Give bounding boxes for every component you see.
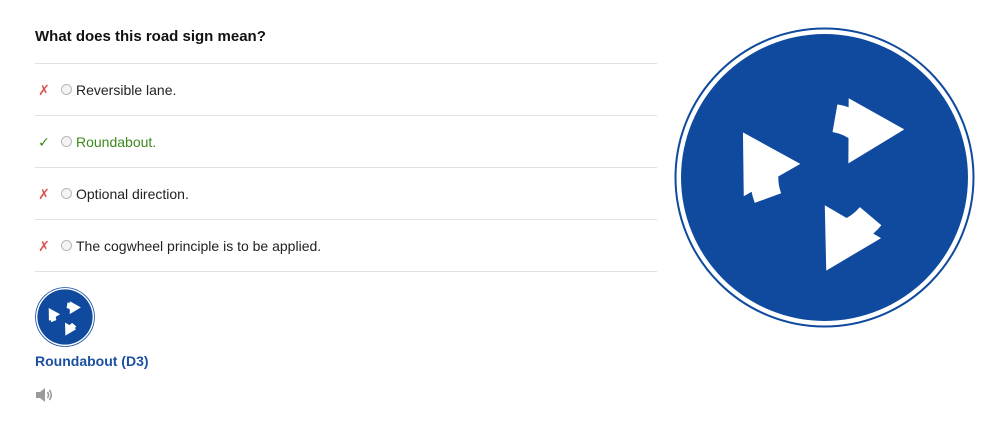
answer-option-3[interactable]: ✗ Optional direction.	[35, 168, 657, 220]
answer-list: ✗ Reversible lane. ✓ Roundabout. ✗ Optio…	[35, 63, 657, 272]
answer-label: Optional direction.	[76, 185, 189, 202]
wrong-mark-icon: ✗	[38, 237, 50, 254]
check-mark-icon: ✓	[38, 133, 50, 150]
answer-option-1[interactable]: ✗ Reversible lane.	[35, 64, 657, 116]
radio-button[interactable]	[61, 84, 72, 95]
radio-button[interactable]	[61, 136, 72, 147]
radio-button[interactable]	[61, 188, 72, 199]
wrong-mark-icon: ✗	[38, 185, 50, 202]
roundabout-sign-icon	[674, 27, 975, 328]
sign-name-link[interactable]: Roundabout (D3)	[35, 353, 149, 369]
wrong-mark-icon: ✗	[38, 81, 50, 98]
answer-option-4[interactable]: ✗ The cogwheel principle is to be applie…	[35, 220, 657, 272]
quiz-page: What does this road sign mean? ✗ Reversi…	[0, 0, 991, 433]
question-title: What does this road sign mean?	[35, 28, 266, 45]
answer-label: The cogwheel principle is to be applied.	[76, 237, 322, 254]
roundabout-sign-icon[interactable]	[35, 287, 95, 347]
radio-button[interactable]	[61, 240, 72, 251]
speaker-icon[interactable]	[34, 386, 54, 404]
answer-label: Reversible lane.	[76, 81, 177, 98]
answer-option-2[interactable]: ✓ Roundabout.	[35, 116, 657, 168]
answer-label: Roundabout.	[76, 133, 157, 150]
